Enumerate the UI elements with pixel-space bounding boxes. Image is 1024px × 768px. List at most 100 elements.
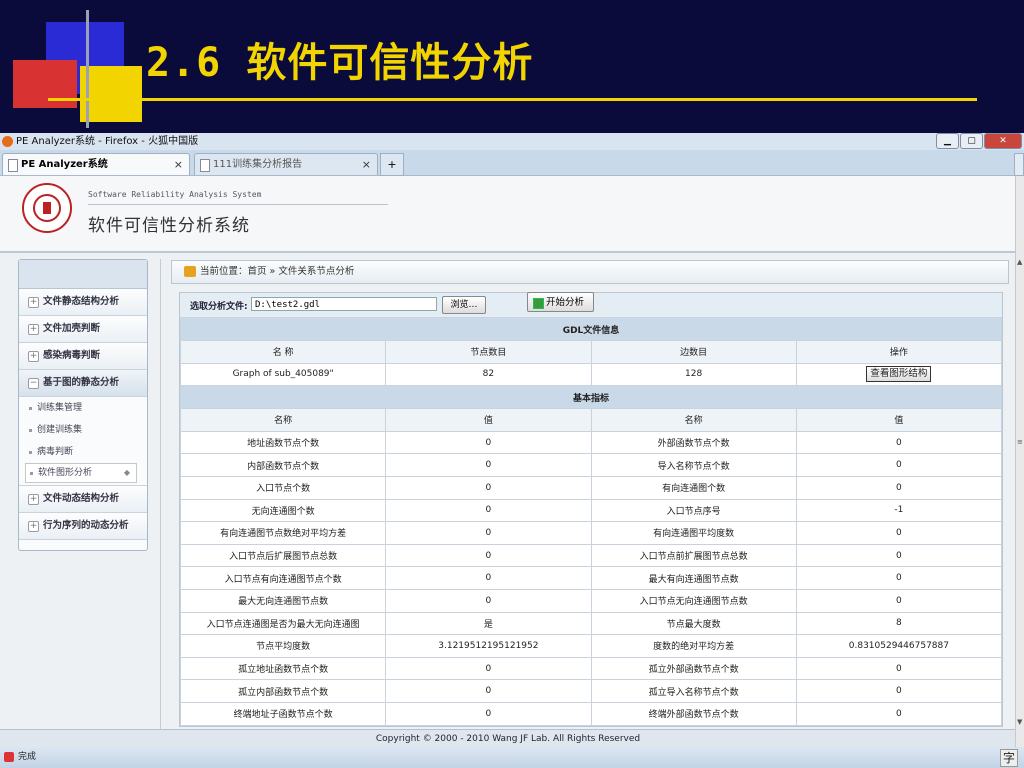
metric-row: 入口节点后扩展图节点总数 0 入口节点前扩展图节点总数 0 xyxy=(179,543,1003,568)
start-analysis-label: 开始分析 xyxy=(546,297,585,308)
scroll-thumb-grip-icon[interactable]: ≡ xyxy=(1017,438,1023,446)
action-cell: 查看图形结构 xyxy=(795,362,1003,387)
graph-name: Graph of sub_405089" xyxy=(179,362,387,387)
metric-value: 0 xyxy=(795,543,1003,568)
collapse-icon[interactable]: − xyxy=(28,378,39,389)
new-tab-button[interactable]: + xyxy=(380,153,404,176)
sidebar-subitem-training-mgmt[interactable]: 训练集管理 xyxy=(19,397,147,419)
metric-row: 入口节点个数 0 有向连通图个数 0 xyxy=(179,475,1003,500)
metric-name: 有向连通图节点数绝对平均方差 xyxy=(179,521,387,545)
sidebar-subitem-create-training[interactable]: 创建训练集 xyxy=(19,419,147,441)
expand-icon[interactable]: + xyxy=(28,297,39,308)
bullet-icon xyxy=(29,451,32,454)
sidebar-item-static-structure[interactable]: + 文件静态结构分析 xyxy=(19,289,147,316)
column-header: 值 xyxy=(385,408,592,432)
metric-value: 0 xyxy=(385,498,592,523)
window-title: PE Analyzer系统 - Firefox - 火狐中国版 xyxy=(16,136,199,147)
expand-icon[interactable]: + xyxy=(28,351,39,362)
sidebar-item-dynamic-structure[interactable]: + 文件动态结构分析 xyxy=(19,485,147,513)
metric-name: 入口节点个数 xyxy=(179,475,387,500)
site-title: 软件可信性分析系统 xyxy=(88,216,250,236)
gdl-info-table: GDL文件信息 名 称 节点数目 边数目 操作 Graph of sub_405… xyxy=(179,317,1003,726)
metric-row: 最大无向连通图节点数 0 入口节点无向连通图节点数 0 xyxy=(179,588,1003,613)
close-tab-icon[interactable]: × xyxy=(174,154,183,176)
edge-count: 128 xyxy=(590,362,797,387)
status-icon xyxy=(4,752,14,762)
sidebar-item-behavior-sequence[interactable]: + 行为序列的动态分析 xyxy=(19,513,147,540)
metric-name: 有向连通图平均度数 xyxy=(590,521,797,545)
scroll-up-icon[interactable]: ▲ xyxy=(1017,258,1022,266)
slide-title: 2.6 软件可信性分析 xyxy=(146,40,534,86)
metric-value: 0 xyxy=(385,701,592,726)
metric-name: 导入名称节点个数 xyxy=(590,453,797,477)
metric-row: 内部函数节点个数 0 导入名称节点个数 0 xyxy=(179,453,1003,477)
metric-value: 0.8310529446757887 xyxy=(795,634,1003,658)
metric-value: 0 xyxy=(795,475,1003,500)
metric-name: 有向连通图个数 xyxy=(590,475,797,500)
metric-name: 最大有向连通图节点数 xyxy=(590,566,797,590)
sidebar-subitem-label: 软件图形分析 xyxy=(38,468,93,478)
sidebar-item-virus-check[interactable]: + 感染病毒判断 xyxy=(19,343,147,370)
close-tab-icon[interactable]: × xyxy=(362,154,371,176)
metric-row: 有向连通图节点数绝对平均方差 0 有向连通图平均度数 0 xyxy=(179,521,1003,545)
logo-emblem xyxy=(43,202,51,214)
sidebar-item-label: 感染病毒判断 xyxy=(43,350,101,361)
metric-value: 0 xyxy=(385,543,592,568)
metric-name: 地址函数节点个数 xyxy=(179,430,387,455)
metric-name: 最大无向连通图节点数 xyxy=(179,588,387,613)
metric-value: 0 xyxy=(385,679,592,703)
tab-training-report[interactable]: 111训练集分析报告 × xyxy=(194,153,378,175)
sidebar-item-packer-check[interactable]: + 文件加壳判断 xyxy=(19,316,147,343)
expand-icon[interactable]: + xyxy=(28,324,39,335)
sidebar-item-label: 行为序列的动态分析 xyxy=(43,520,129,531)
vertical-scrollbar[interactable]: ▲ ≡ ▼ xyxy=(1015,176,1024,747)
gdl-section-title: GDL文件信息 xyxy=(180,317,1002,341)
metric-name: 节点平均度数 xyxy=(179,634,387,658)
browse-button[interactable]: 浏览… xyxy=(442,296,486,314)
gdl-row: Graph of sub_405089" 82 128 查看图形结构 xyxy=(179,362,1003,387)
metric-name: 孤立内部函数节点个数 xyxy=(179,679,387,703)
header-rule xyxy=(88,204,388,205)
view-graph-button[interactable]: 查看图形结构 xyxy=(866,366,932,383)
scroll-down-icon[interactable]: ▼ xyxy=(1017,718,1022,726)
metric-value: 0 xyxy=(385,588,592,613)
metrics-table-body: 地址函数节点个数 0 外部函数节点个数 0 内部函数节点个数 0 导入名称节点个数 0 入口节点… xyxy=(179,430,1003,726)
metric-name: 内部函数节点个数 xyxy=(179,453,387,477)
column-header: 节点数目 xyxy=(385,340,592,364)
file-select-row: 选取分析文件: D:\test2.gdl 浏览… 开始分析 xyxy=(180,292,1002,317)
yellow-square-decoration xyxy=(80,66,142,122)
metric-value: 0 xyxy=(795,566,1003,590)
metric-value: 0 xyxy=(795,679,1003,703)
location-icon xyxy=(184,266,196,277)
metric-value: 0 xyxy=(795,453,1003,477)
ime-indicator[interactable]: 字 xyxy=(999,749,1018,767)
window-controls: ▁ ▢ ✕ xyxy=(936,133,1022,149)
column-header: 操作 xyxy=(795,340,1003,364)
column-header: 名称 xyxy=(179,408,387,432)
metric-value: 0 xyxy=(385,475,592,500)
sidebar-item-graph-static[interactable]: − 基于图的静态分析 xyxy=(19,370,147,397)
maximize-button[interactable]: ▢ xyxy=(960,133,983,149)
metric-value: 8 xyxy=(795,611,1003,636)
file-path-input[interactable]: D:\test2.gdl xyxy=(251,297,437,311)
metric-value: 3.1219512195121952 xyxy=(385,634,592,658)
start-analysis-button[interactable]: 开始分析 xyxy=(527,292,594,312)
metric-name: 度数的绝对平均方差 xyxy=(590,634,797,658)
sidebar-subitem-virus-judge[interactable]: 病毒判断 xyxy=(19,441,147,463)
metric-row: 入口节点有向连通图节点个数 0 最大有向连通图节点数 0 xyxy=(179,566,1003,590)
tab-scroll-right[interactable] xyxy=(1014,153,1024,176)
sidebar-subitem-graph-analysis[interactable]: 软件图形分析 ◆ xyxy=(25,463,137,483)
close-window-button[interactable]: ✕ xyxy=(984,133,1022,149)
status-text: 完成 xyxy=(18,752,37,762)
metric-name: 入口节点序号 xyxy=(590,498,797,523)
expand-icon[interactable]: + xyxy=(28,494,39,505)
metric-value: 0 xyxy=(795,701,1003,726)
minimize-button[interactable]: ▁ xyxy=(936,133,959,149)
expand-icon[interactable]: + xyxy=(28,521,39,532)
metric-name: 孤立导入名称节点个数 xyxy=(590,679,797,703)
slide-header: 2.6 软件可信性分析 xyxy=(0,0,1024,133)
metric-value: 0 xyxy=(795,430,1003,455)
bullet-icon xyxy=(29,407,32,410)
tab-pe-analyzer[interactable]: PE Analyzer系统 × xyxy=(2,153,190,175)
metric-name: 入口节点前扩展图节点总数 xyxy=(590,543,797,568)
